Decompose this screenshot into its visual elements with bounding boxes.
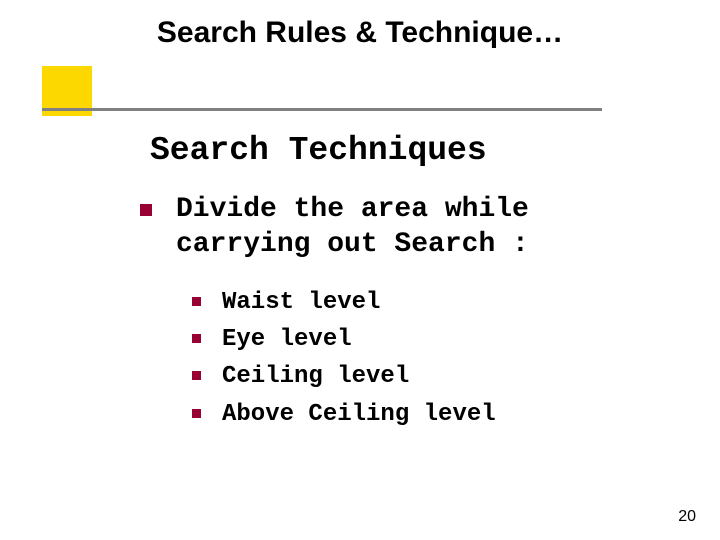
decoration-horizontal-rule [42, 108, 602, 111]
list-item-text: Waist level [222, 289, 380, 316]
list-item-text: Eye level [222, 326, 352, 353]
square-bullet-icon [192, 297, 201, 306]
square-bullet-icon [192, 371, 201, 380]
list-item-text: Above Ceiling level [222, 401, 496, 428]
list-item: Above Ceiling level [186, 396, 670, 433]
body-content: Divide the area while carrying out Searc… [130, 192, 670, 433]
list-item-text: Divide the area while carrying out Searc… [176, 194, 529, 260]
sub-list: Waist level Eye level Ceiling level Abov… [186, 284, 670, 433]
slide: Search Rules & Technique… Search Techniq… [0, 0, 720, 540]
list-item: Eye level [186, 321, 670, 358]
square-bullet-icon [192, 334, 201, 343]
slide-number: 20 [678, 508, 696, 526]
square-bullet-icon [192, 409, 201, 418]
list-item: Divide the area while carrying out Searc… [130, 192, 670, 262]
list-item: Waist level [186, 284, 670, 321]
list-item: Ceiling level [186, 358, 670, 395]
list-item-text: Ceiling level [222, 363, 409, 390]
section-subtitle: Search Techniques [150, 132, 487, 169]
page-title: Search Rules & Technique… [0, 16, 720, 50]
square-bullet-icon [140, 204, 152, 216]
